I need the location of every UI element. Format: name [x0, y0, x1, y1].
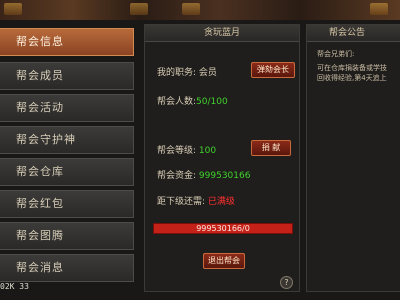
guild-info-panel: 贪玩蓝月 我的职务: 会员 弹劾会长 帮会人数:50/100 帮会等级: 100…	[144, 24, 300, 292]
notice-line: 可在仓库捐装备或学技	[317, 64, 387, 72]
tab-guild-info[interactable]: 帮会信息	[0, 28, 134, 56]
tab-guild-members[interactable]: 帮会成员	[0, 62, 134, 90]
members-row: 帮会人数:50/100	[157, 94, 228, 107]
tab-guild-guardian[interactable]: 帮会守护神	[0, 126, 134, 154]
donate-button[interactable]: 捐 献	[251, 140, 291, 156]
notice-title: 帮会公告	[307, 25, 400, 42]
notice-line: 帮会兄弟们:	[317, 50, 355, 58]
guild-name-title: 贪玩蓝月	[145, 25, 299, 42]
impeach-leader-button[interactable]: 弹劾会长	[251, 62, 295, 78]
members-value: 50/100	[196, 97, 228, 107]
decor-icon	[370, 3, 388, 15]
decor-icon	[130, 3, 148, 15]
guild-notice-panel: 帮会公告 帮会兄弟们: 可在仓库捐装备或学技 回收得经验,第4天追上	[306, 24, 400, 292]
funds-label: 帮会资金:	[157, 171, 197, 181]
tab-guild-messages[interactable]: 帮会消息	[0, 254, 134, 282]
level-label: 帮会等级:	[157, 146, 197, 156]
top-decor-strip	[0, 0, 400, 22]
position-value: 会员	[198, 68, 217, 78]
funds-row: 帮会资金: 999530166	[157, 168, 250, 181]
guild-funds-progress-bar: 999530166/0	[153, 223, 293, 234]
help-icon[interactable]: ?	[280, 276, 293, 289]
level-row: 帮会等级: 100	[157, 143, 216, 156]
level-value: 100	[198, 146, 217, 156]
position-label: 我的职务:	[157, 68, 197, 78]
members-label: 帮会人数:	[157, 97, 197, 107]
quit-guild-button[interactable]: 退出帮会	[203, 253, 245, 269]
next-level-value: 已满级	[207, 197, 235, 207]
tab-guild-red-packet[interactable]: 帮会红包	[0, 190, 134, 218]
decor-icon	[182, 3, 200, 15]
tab-guild-totem[interactable]: 帮会图腾	[0, 222, 134, 250]
funds-value: 999530166	[198, 171, 251, 181]
next-level-row: 距下级还需: 已满级	[157, 194, 235, 207]
tab-guild-warehouse[interactable]: 帮会仓库	[0, 158, 134, 186]
status-readout: 02K 33	[0, 282, 29, 291]
next-level-label: 距下级还需:	[157, 197, 206, 207]
notice-line: 回收得经验,第4天追上	[317, 74, 387, 82]
decor-icon	[4, 3, 22, 15]
tab-guild-activities[interactable]: 帮会活动	[0, 94, 134, 122]
position-row: 我的职务: 会员	[157, 65, 217, 78]
